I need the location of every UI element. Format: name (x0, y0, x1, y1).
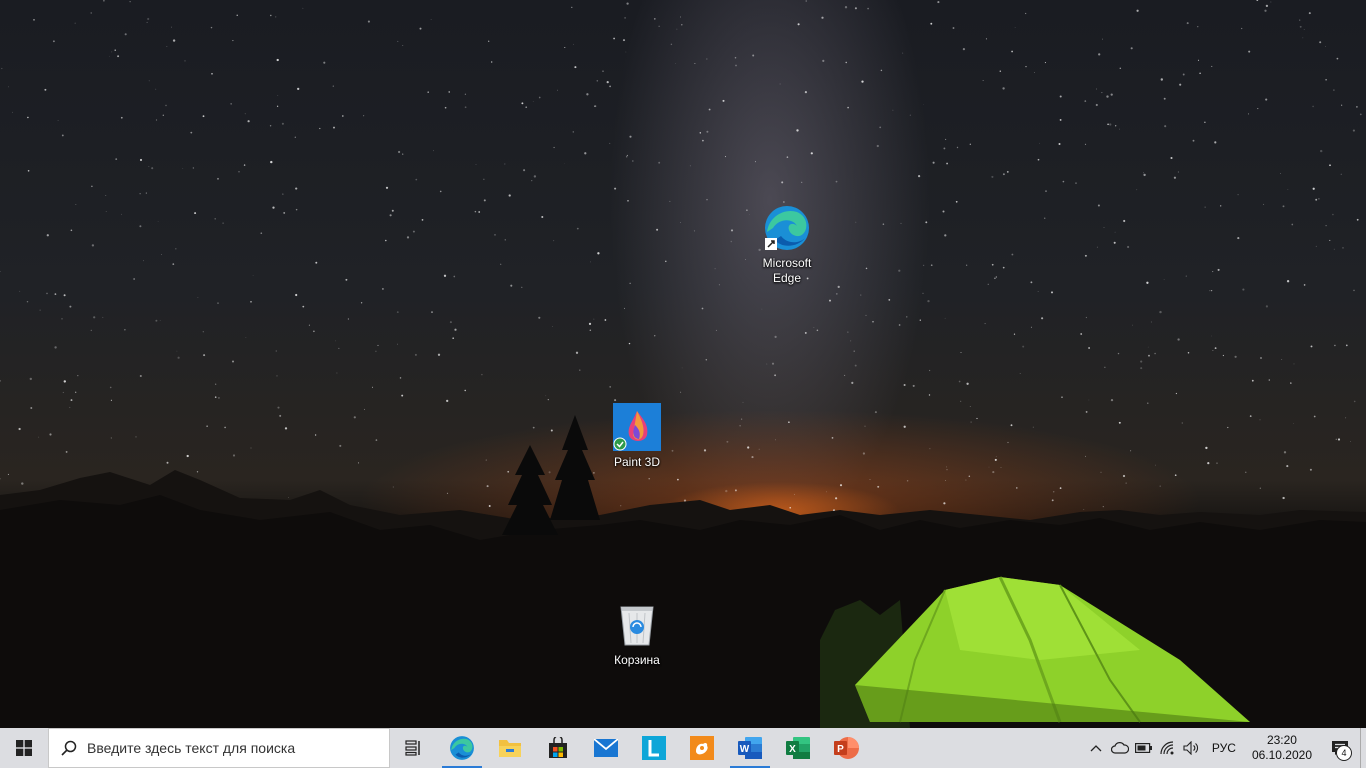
clock-date: 06.10.2020 (1251, 748, 1312, 762)
file-explorer-icon (499, 740, 521, 757)
excel-icon: X (786, 737, 810, 759)
taskbar-hand-app-button[interactable] (678, 728, 726, 768)
edge-label: Microsoft Edge (762, 256, 812, 285)
taskbar-store-button[interactable] (534, 728, 582, 768)
taskbar-excel-button[interactable]: X (774, 728, 822, 768)
network-button[interactable] (1156, 728, 1180, 768)
task-view-icon (405, 740, 420, 756)
taskbar-l-app-button[interactable] (630, 728, 678, 768)
taskbar-edge-button[interactable] (438, 728, 486, 768)
chevron-up-icon (1090, 745, 1102, 752)
volume-button[interactable] (1180, 728, 1204, 768)
search-placeholder: Введите здесь текст для поиска (87, 740, 296, 756)
word-icon: W (738, 737, 762, 759)
notification-count-badge: 4 (1336, 745, 1352, 761)
edge-icon (450, 736, 474, 760)
store-icon (549, 737, 567, 758)
svg-text:X: X (789, 744, 796, 755)
clock-time: 23:20 (1266, 733, 1297, 747)
l-app-icon (642, 736, 666, 760)
svg-text:P: P (837, 744, 844, 755)
cloud-icon (1110, 742, 1129, 754)
taskbar: Введите здесь текст для поиска W X P РУС… (0, 728, 1366, 768)
recycle-bin-icon (613, 601, 661, 649)
desktop-icon-edge[interactable]: Microsoft Edge (747, 204, 827, 286)
taskbar-word-button[interactable]: W (726, 728, 774, 768)
start-button[interactable] (0, 728, 48, 768)
hand-app-icon (690, 736, 714, 760)
paint3d-icon (613, 403, 661, 451)
show-hidden-icons-button[interactable] (1084, 728, 1108, 768)
recycle-bin-label: Корзина (614, 653, 660, 667)
taskbar-mail-button[interactable] (582, 728, 630, 768)
task-view-button[interactable] (390, 728, 438, 768)
wifi-icon (1160, 741, 1174, 755)
svg-text:W: W (740, 744, 750, 755)
taskbar-file-explorer-button[interactable] (486, 728, 534, 768)
search-icon (61, 740, 77, 756)
search-box[interactable]: Введите здесь текст для поиска (48, 728, 390, 768)
battery-icon (1134, 743, 1152, 753)
edge-icon (763, 204, 811, 252)
clock[interactable]: 23:20 06.10.2020 (1244, 733, 1320, 763)
windows-logo-icon (16, 740, 32, 756)
desktop-icon-paint3d[interactable]: Paint 3D (597, 403, 677, 470)
speaker-icon (1183, 741, 1198, 755)
mail-icon (594, 739, 618, 757)
onedrive-button[interactable] (1108, 728, 1132, 768)
battery-button[interactable] (1132, 728, 1156, 768)
desktop-icon-recycle-bin[interactable]: Корзина (597, 601, 677, 668)
taskbar-powerpoint-button[interactable]: P (822, 728, 870, 768)
system-tray: РУС 23:20 06.10.2020 4 (1084, 728, 1366, 768)
powerpoint-icon: P (834, 737, 859, 759)
desktop-wallpaper: Microsoft Edge Paint 3D Корзина (0, 0, 1366, 728)
input-language-indicator[interactable]: РУС (1204, 741, 1244, 755)
show-desktop-button[interactable] (1360, 728, 1366, 768)
action-center-button[interactable]: 4 (1320, 728, 1360, 768)
landscape-silhouette (0, 415, 1366, 728)
paint3d-label: Paint 3D (613, 455, 661, 469)
